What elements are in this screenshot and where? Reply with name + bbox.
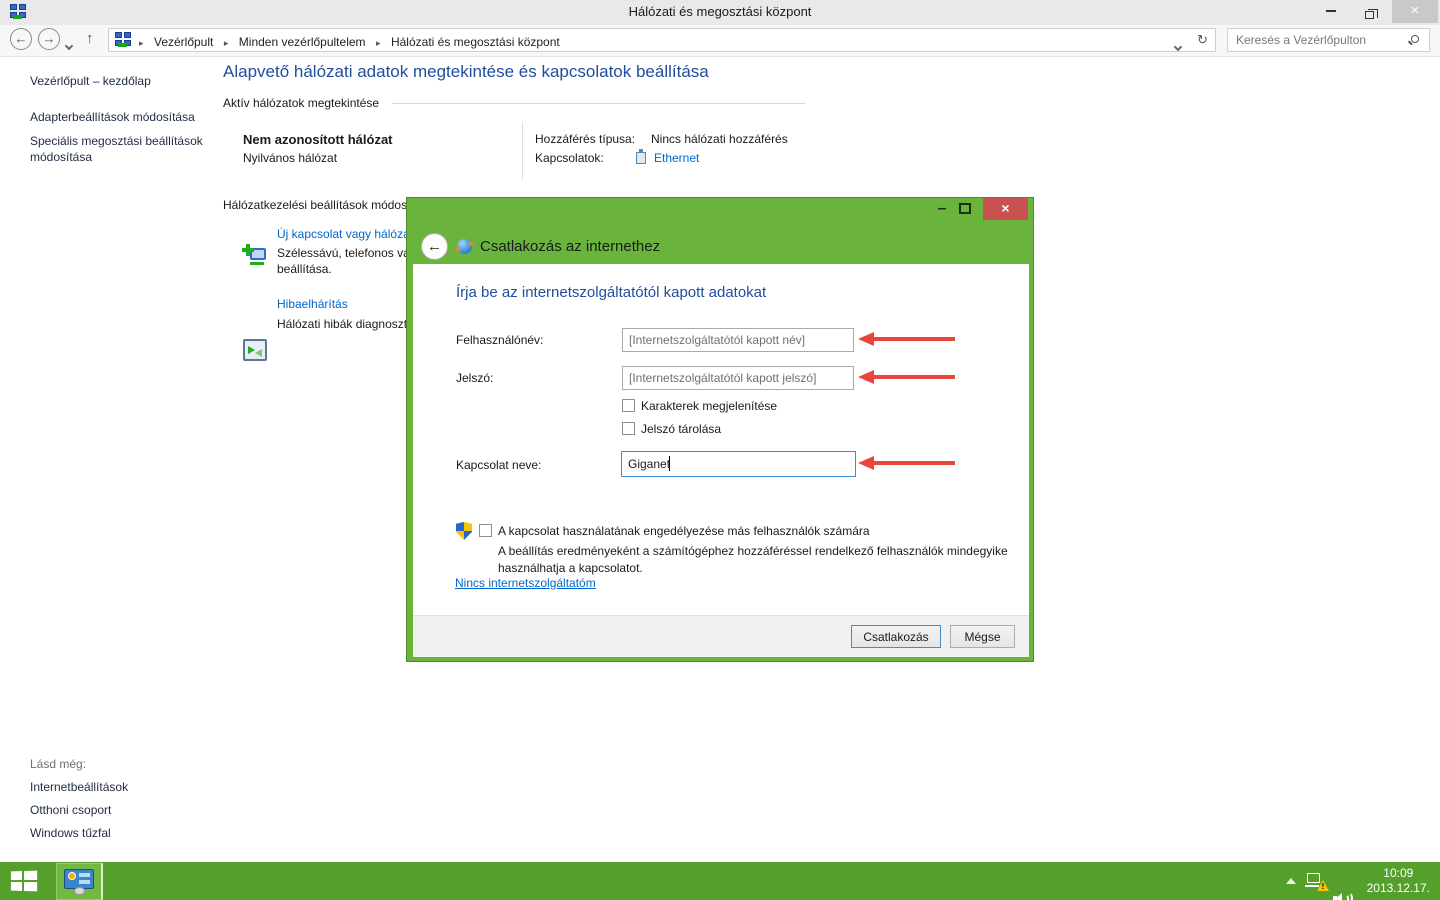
network-name: Nem azonosított hálózat xyxy=(243,132,393,147)
cancel-button[interactable]: Mégse xyxy=(950,625,1015,648)
connect-internet-dialog: – × ← Csatlakozás az internethez Írja be… xyxy=(406,197,1034,662)
desktop: Hálózati és megosztási központ × ← → ↑ ▸… xyxy=(0,0,1440,900)
dialog-footer: Csatlakozás Mégse xyxy=(413,615,1029,657)
see-also-firewall[interactable]: Windows tűzfal xyxy=(30,826,111,840)
dialog-minimize-button[interactable]: – xyxy=(931,200,953,220)
navigation-toolbar: ← → ↑ ▸ Vezérlőpult ▸ Minden vezérlőpult… xyxy=(0,25,1440,57)
see-also-header: Lásd még: xyxy=(30,757,86,771)
location-icon xyxy=(115,32,131,48)
breadcrumb-item-all-items[interactable]: Minden vezérlőpultelem xyxy=(237,35,368,49)
back-icon: ← xyxy=(15,31,28,46)
column-divider xyxy=(522,122,523,180)
dialog-heading: Írja be az internetszolgáltatótól kapott… xyxy=(456,284,766,301)
connect-button[interactable]: Csatlakozás xyxy=(851,625,941,648)
task-troubleshoot-link[interactable]: Hibaelhárítás xyxy=(277,297,348,311)
new-connection-icon xyxy=(243,244,267,268)
up-icon: ↑ xyxy=(86,30,94,47)
search-input[interactable] xyxy=(1236,31,1401,49)
chevron-down-icon xyxy=(65,42,73,50)
connection-name-field[interactable] xyxy=(621,451,856,477)
allow-others-label[interactable]: A kapcsolat használatának engedélyezése … xyxy=(498,524,870,538)
refresh-button[interactable]: ↻ xyxy=(1197,32,1208,48)
section-divider xyxy=(392,103,805,104)
network-type: Nyilvános hálózat xyxy=(243,151,337,165)
access-type-label: Hozzáférés típusa: xyxy=(535,132,635,146)
remember-password-label[interactable]: Jelszó tárolása xyxy=(641,422,721,436)
allow-others-checkbox[interactable] xyxy=(479,524,492,537)
ethernet-icon xyxy=(636,152,646,164)
breadcrumb-item-network-center[interactable]: Hálózati és megosztási központ xyxy=(389,35,562,49)
sidebar-item-sharing-settings[interactable]: Speciális megosztási beállítások módosít… xyxy=(30,133,205,165)
taskbar-item-control-panel[interactable] xyxy=(56,863,103,900)
windows-logo-icon xyxy=(11,871,37,892)
connection-name-label: Kapcsolat neve: xyxy=(456,458,541,472)
search-icon[interactable] xyxy=(1411,35,1419,43)
recent-pages-dropdown[interactable] xyxy=(66,36,72,54)
volume-tray-icon[interactable] xyxy=(1333,891,1351,900)
taskbar: ! 10:09 2013.12.17. xyxy=(0,862,1440,900)
search-box xyxy=(1227,28,1430,52)
sidebar-item-home[interactable]: Vezérlőpult – kezdőlap xyxy=(30,74,151,88)
show-characters-checkbox[interactable] xyxy=(622,399,635,412)
ethernet-link[interactable]: Ethernet xyxy=(654,151,699,165)
close-button[interactable]: × xyxy=(1392,0,1438,23)
breadcrumb-separator: ▸ xyxy=(372,38,385,48)
troubleshoot-icon xyxy=(243,339,267,361)
dialog-close-button[interactable]: × xyxy=(983,198,1028,220)
up-button[interactable]: ↑ xyxy=(86,30,94,47)
breadcrumb-item-control-panel[interactable]: Vezérlőpult xyxy=(152,35,215,49)
connections-label: Kapcsolatok: xyxy=(535,151,604,165)
restore-button[interactable] xyxy=(1352,0,1386,23)
address-dropdown-button[interactable] xyxy=(1175,37,1181,55)
taskbar-clock[interactable]: 10:09 2013.12.17. xyxy=(1367,866,1430,896)
minimize-icon xyxy=(1326,10,1336,12)
chevron-down-icon xyxy=(1174,43,1182,51)
control-panel-icon xyxy=(64,869,94,893)
connect-internet-icon xyxy=(457,239,472,254)
dialog-title: Csatlakozás az internethez xyxy=(480,238,660,255)
sidebar-item-adapter-settings[interactable]: Adapterbeállítások módosítása xyxy=(30,110,195,124)
show-characters-label[interactable]: Karakterek megjelenítése xyxy=(641,399,777,413)
dialog-maximize-button[interactable] xyxy=(959,203,971,214)
refresh-icon: ↻ xyxy=(1197,32,1208,47)
password-label: Jelszó: xyxy=(456,371,493,385)
forward-icon: → xyxy=(43,31,56,46)
password-field[interactable] xyxy=(622,366,854,390)
username-field[interactable] xyxy=(622,328,854,352)
see-also-internet-options[interactable]: Internetbeállítások xyxy=(30,780,128,794)
access-type-value: Nincs hálózati hozzáférés xyxy=(651,132,788,146)
dialog-body: Írja be az internetszolgáltatótól kapott… xyxy=(413,264,1029,615)
show-hidden-icons-button[interactable] xyxy=(1286,878,1296,884)
task-new-connection-desc2: beállítása. xyxy=(277,262,332,276)
see-also-homegroup[interactable]: Otthoni csoport xyxy=(30,803,111,817)
breadcrumb-separator: ▸ xyxy=(135,38,148,48)
text-caret xyxy=(669,456,670,471)
uac-shield-icon xyxy=(456,522,472,540)
forward-button[interactable]: → xyxy=(38,28,60,50)
username-label: Felhasználónév: xyxy=(456,333,543,347)
minimize-button[interactable] xyxy=(1314,0,1348,23)
address-bar[interactable]: ▸ Vezérlőpult ▸ Minden vezérlőpultelem ▸… xyxy=(108,28,1216,52)
dialog-back-button[interactable]: ← xyxy=(421,233,448,260)
annotation-arrow-username xyxy=(858,332,956,346)
clock-date: 2013.12.17. xyxy=(1367,881,1430,896)
allow-others-desc1: A beállítás eredményeként a számítógéphe… xyxy=(498,544,1008,558)
section-header-change-settings: Hálózatkezelési beállítások módosítása xyxy=(223,198,433,212)
annotation-arrow-password xyxy=(858,370,956,384)
restore-icon xyxy=(1365,11,1374,19)
allow-others-desc2: használhatja a kapcsolatot. xyxy=(498,561,643,575)
page-title: Alapvető hálózati adatok megtekintése és… xyxy=(223,62,709,82)
remember-password-checkbox[interactable] xyxy=(622,422,635,435)
network-status-tray-icon[interactable]: ! xyxy=(1305,872,1327,890)
title-bar: Hálózati és megosztási központ × xyxy=(0,0,1440,25)
no-isp-link[interactable]: Nincs internetszolgáltatóm xyxy=(455,576,596,590)
section-header-active-networks: Aktív hálózatok megtekintése xyxy=(223,96,379,110)
breadcrumb-separator: ▸ xyxy=(220,38,233,48)
window-title: Hálózati és megosztási központ xyxy=(0,4,1440,19)
start-button[interactable] xyxy=(10,871,37,891)
back-button[interactable]: ← xyxy=(10,28,32,50)
annotation-arrow-connection-name xyxy=(858,456,956,470)
clock-time: 10:09 xyxy=(1367,866,1430,881)
